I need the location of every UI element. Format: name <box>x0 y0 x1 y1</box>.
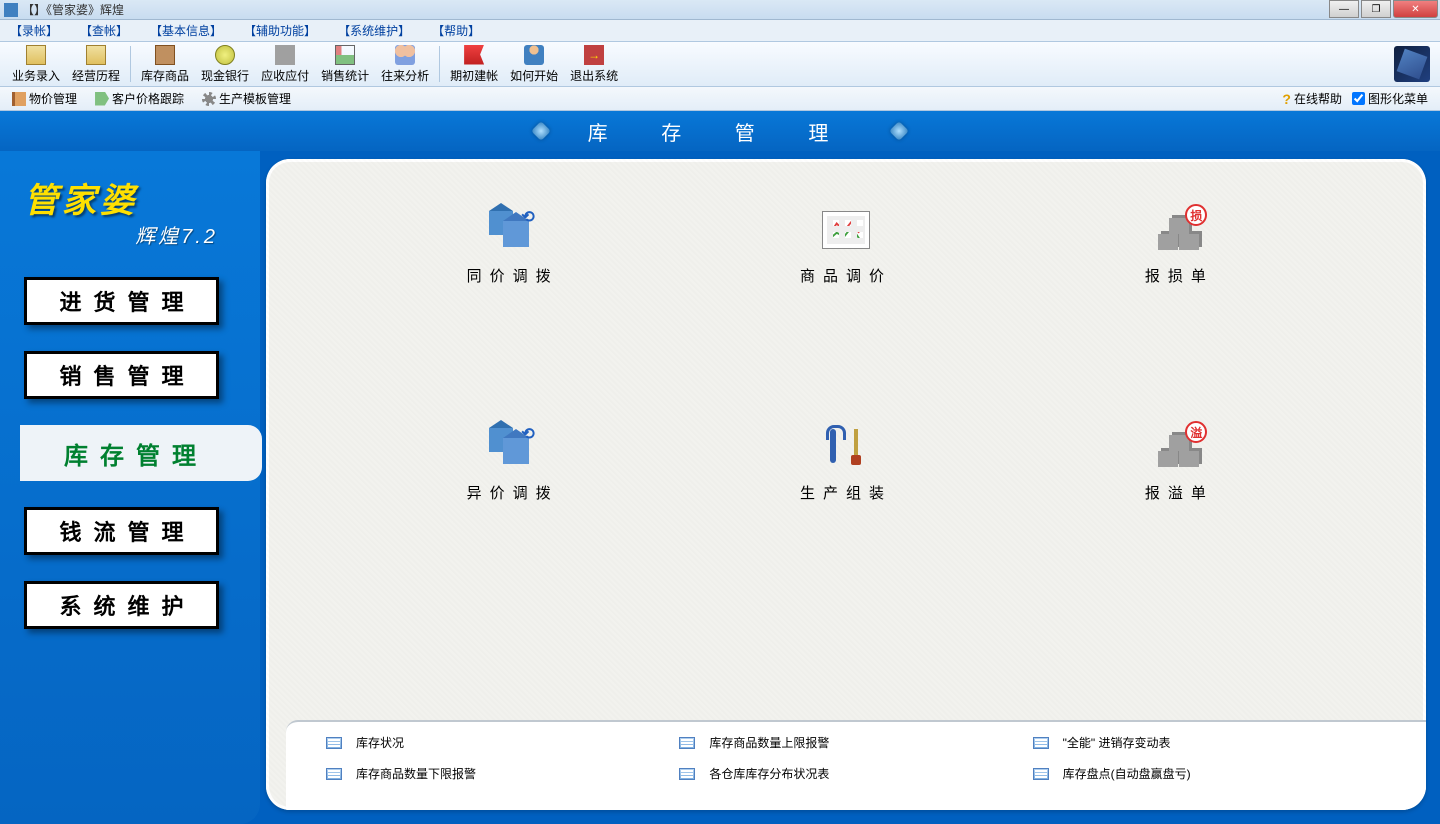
action-diff-price-transfer[interactable]: ⟲ 异价调拨 <box>346 426 679 503</box>
question-icon: ? <box>1282 91 1291 107</box>
tb-exit[interactable]: 退出系统 <box>564 43 624 86</box>
book-icon <box>12 92 26 106</box>
flag-icon <box>464 45 484 65</box>
brand: 管家婆 辉煌7.2 <box>24 171 248 251</box>
tb-sales-stats[interactable]: 销售统计 <box>315 43 375 86</box>
menu-system[interactable]: 【系统维护】 <box>338 22 410 39</box>
tb-howto[interactable]: 如何开始 <box>504 43 564 86</box>
minimize-button[interactable]: — <box>1329 0 1359 18</box>
diamond-icon <box>889 121 909 141</box>
action-price-adjust[interactable]: 商品调价 <box>679 209 1012 286</box>
action-same-price-transfer[interactable]: ⟲ 同价调拨 <box>346 209 679 286</box>
loss-icon: 损 <box>1151 209 1207 251</box>
menu-query[interactable]: 【查帐】 <box>80 22 128 39</box>
tb-receivable[interactable]: 应收应付 <box>255 43 315 86</box>
warehouse-transfer-icon: ⟲ <box>485 426 541 468</box>
table-icon <box>326 768 342 780</box>
tag-icon <box>95 92 109 106</box>
titlebar: 【】《管家婆》辉煌 — ❐ ✕ <box>0 0 1440 20</box>
brand-sub: 辉煌7.2 <box>24 220 248 249</box>
link-full-flow-report[interactable]: "全能" 进销存变动表 <box>1033 734 1386 751</box>
main-toolbar: 业务录入 经营历程 库存商品 现金银行 应收应付 销售统计 往来分析 期初建帐 … <box>0 42 1440 87</box>
sidebar-item-sales[interactable]: 销售管理 <box>24 351 219 399</box>
link-lower-limit-alarm[interactable]: 库存商品数量下限报警 <box>326 765 679 782</box>
tools-icon <box>818 426 874 468</box>
person-icon <box>524 45 544 65</box>
tb-initial[interactable]: 期初建帐 <box>444 43 504 86</box>
tb-cash[interactable]: 现金银行 <box>195 43 255 86</box>
maximize-button[interactable]: ❐ <box>1361 0 1391 18</box>
page-title: 库 存 管 理 <box>588 117 853 146</box>
bottom-links-panel: 库存状况 库存商品数量下限报警 库存商品数量上限报警 各仓库库存分布状况表 "全… <box>286 720 1426 810</box>
people-icon <box>395 45 415 65</box>
tb2-customer-price[interactable]: 客户价格跟踪 <box>89 88 190 109</box>
sidebar: 管家婆 辉煌7.2 进货管理 销售管理 库存管理 钱流管理 系统维护 <box>0 151 260 824</box>
action-loss-report[interactable]: 损 报损单 <box>1013 209 1346 286</box>
online-help-link[interactable]: ?在线帮助 <box>1282 90 1342 107</box>
main-area: 库 存 管 理 管家婆 辉煌7.2 进货管理 销售管理 库存管理 钱流管理 系统… <box>0 111 1440 824</box>
money-icon <box>215 45 235 65</box>
tb2-template[interactable]: 生产模板管理 <box>196 88 297 109</box>
sidebar-item-purchase[interactable]: 进货管理 <box>24 277 219 325</box>
sidebar-item-money[interactable]: 钱流管理 <box>24 507 219 555</box>
sidebar-item-inventory[interactable]: 库存管理 <box>20 425 240 481</box>
overflow-icon: 溢 <box>1151 426 1207 468</box>
action-overflow-report[interactable]: 溢 报溢单 <box>1013 426 1346 503</box>
table-icon <box>1033 768 1049 780</box>
app-icon <box>4 3 18 17</box>
secondary-toolbar: 物价管理 客户价格跟踪 生产模板管理 ?在线帮助 图形化菜单 <box>0 87 1440 111</box>
brand-main: 管家婆 <box>24 173 248 222</box>
table-icon <box>1033 737 1049 749</box>
tb-history[interactable]: 经营历程 <box>66 43 126 86</box>
main-panel: ⟲ 同价调拨 商品调价 损 报损单 ⟲ 异价调拨 生产组装 <box>266 159 1426 810</box>
graphic-menu-checkbox[interactable]: 图形化菜单 <box>1352 90 1428 107</box>
page-header: 库 存 管 理 <box>0 111 1440 151</box>
tb-inventory[interactable]: 库存商品 <box>135 43 195 86</box>
menubar: 【录帐】 【查帐】 【基本信息】 【辅助功能】 【系统维护】 【帮助】 <box>0 20 1440 42</box>
window-controls: — ❐ ✕ <box>1327 0 1438 18</box>
menu-help[interactable]: 【帮助】 <box>432 22 480 39</box>
link-inventory-check[interactable]: 库存盘点(自动盘赢盘亏) <box>1033 765 1386 782</box>
price-chart-icon <box>818 209 874 251</box>
menu-basic[interactable]: 【基本信息】 <box>150 22 222 39</box>
link-warehouse-distribution[interactable]: 各仓库库存分布状况表 <box>679 765 1032 782</box>
table-icon <box>679 737 695 749</box>
separator <box>439 46 440 82</box>
scale-icon <box>275 45 295 65</box>
close-button[interactable]: ✕ <box>1393 0 1438 18</box>
table-icon <box>326 737 342 749</box>
menu-aux[interactable]: 【辅助功能】 <box>244 22 316 39</box>
link-inventory-status[interactable]: 库存状况 <box>326 734 679 751</box>
table-icon <box>679 768 695 780</box>
chart-icon <box>335 45 355 65</box>
sidebar-item-system[interactable]: 系统维护 <box>24 581 219 629</box>
tb2-price-mgmt[interactable]: 物价管理 <box>6 88 83 109</box>
doc-icon <box>86 45 106 65</box>
icon-grid: ⟲ 同价调拨 商品调价 损 报损单 ⟲ 异价调拨 生产组装 <box>346 209 1346 503</box>
toolbar-logo <box>1394 46 1430 82</box>
exit-icon <box>584 45 604 65</box>
tb-business-entry[interactable]: 业务录入 <box>6 43 66 86</box>
content-row: 管家婆 辉煌7.2 进货管理 销售管理 库存管理 钱流管理 系统维护 ⟲ 同价调… <box>0 151 1440 824</box>
diamond-icon <box>531 121 551 141</box>
link-upper-limit-alarm[interactable]: 库存商品数量上限报警 <box>679 734 1032 751</box>
action-production-assembly[interactable]: 生产组装 <box>679 426 1012 503</box>
gear-icon <box>202 92 216 106</box>
warehouse-transfer-icon: ⟲ <box>485 209 541 251</box>
separator <box>130 46 131 82</box>
window-title: 【】《管家婆》辉煌 <box>22 1 124 18</box>
box-icon <box>155 45 175 65</box>
tb-contacts[interactable]: 往来分析 <box>375 43 435 86</box>
doc-icon <box>26 45 46 65</box>
menu-record[interactable]: 【录帐】 <box>10 22 58 39</box>
